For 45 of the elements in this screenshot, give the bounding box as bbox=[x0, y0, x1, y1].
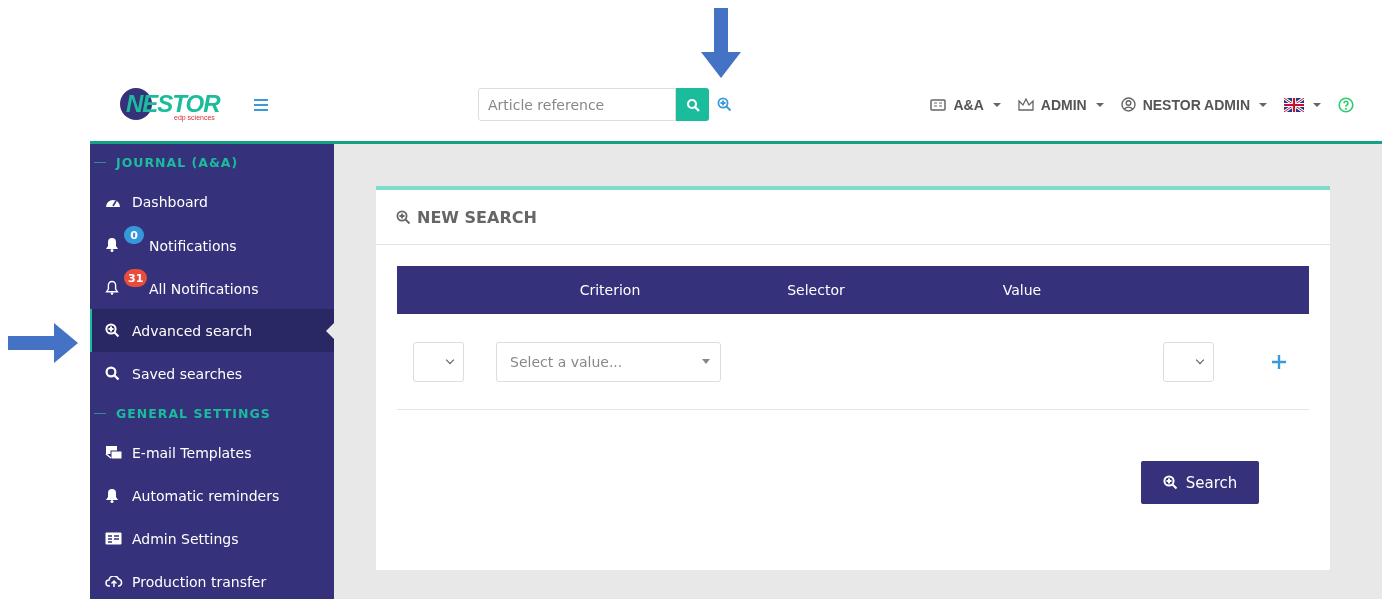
mail-icon bbox=[105, 445, 123, 460]
card-title: NEW SEARCH bbox=[417, 207, 537, 227]
sidebar-item[interactable]: Advanced search bbox=[90, 309, 334, 352]
sidebar-item[interactable]: 31 All Notifications bbox=[90, 266, 334, 309]
count-badge: 31 bbox=[124, 269, 148, 287]
zoom-in-icon bbox=[1162, 475, 1178, 490]
bell-icon bbox=[105, 280, 119, 295]
sidebar-item[interactable]: 0 Notifications bbox=[90, 223, 334, 266]
menu-dropdown[interactable]: NESTOR ADMIN bbox=[1120, 96, 1267, 113]
cloud-upload-icon bbox=[105, 575, 123, 588]
menu-dropdown[interactable]: ADMIN bbox=[1017, 96, 1104, 113]
criterion-select[interactable]: Select a value... bbox=[496, 341, 721, 382]
id-card-icon bbox=[930, 98, 947, 111]
search-field[interactable]: Article reference bbox=[478, 88, 676, 121]
sidebar-item[interactable]: Automatic reminders bbox=[90, 474, 334, 517]
id-card-icon bbox=[105, 532, 122, 545]
menu-icon[interactable] bbox=[254, 98, 268, 111]
sidebar-item[interactable]: Saved searches bbox=[90, 352, 334, 395]
search-button[interactable]: Search bbox=[1141, 461, 1259, 504]
sidebar-item[interactable]: Admin Settings bbox=[90, 517, 334, 560]
arrow-icon bbox=[699, 8, 743, 80]
column-header: Criterion bbox=[578, 282, 642, 298]
language-dropdown[interactable] bbox=[1284, 97, 1321, 112]
add-icon[interactable] bbox=[1272, 354, 1286, 369]
bell-icon bbox=[105, 237, 119, 252]
menu-dropdown[interactable]: A&A bbox=[930, 96, 1001, 113]
user-icon bbox=[1120, 97, 1136, 112]
arrow-icon bbox=[8, 322, 80, 364]
search-icon bbox=[105, 366, 120, 381]
bell-icon bbox=[105, 488, 119, 503]
search-icon bbox=[685, 97, 700, 112]
section-heading: JOURNAL (A&A) bbox=[116, 154, 239, 170]
sidebar-item[interactable]: E-mail Templates bbox=[90, 431, 334, 474]
zoom-in-icon[interactable] bbox=[717, 97, 732, 112]
sidebar-item[interactable]: Dashboard bbox=[90, 180, 334, 223]
zoom-in-icon bbox=[396, 209, 411, 225]
sidebar-item[interactable]: Production transfer bbox=[90, 560, 334, 603]
zoom-in-icon bbox=[105, 323, 120, 338]
section-heading: GENERAL SETTINGS bbox=[116, 405, 271, 421]
help-icon[interactable] bbox=[1338, 96, 1354, 113]
search-button[interactable] bbox=[676, 88, 709, 121]
crown-icon bbox=[1017, 98, 1034, 111]
count-badge: 0 bbox=[124, 226, 144, 244]
column-header: Value bbox=[1001, 282, 1043, 298]
column-header: Selector bbox=[786, 282, 846, 298]
